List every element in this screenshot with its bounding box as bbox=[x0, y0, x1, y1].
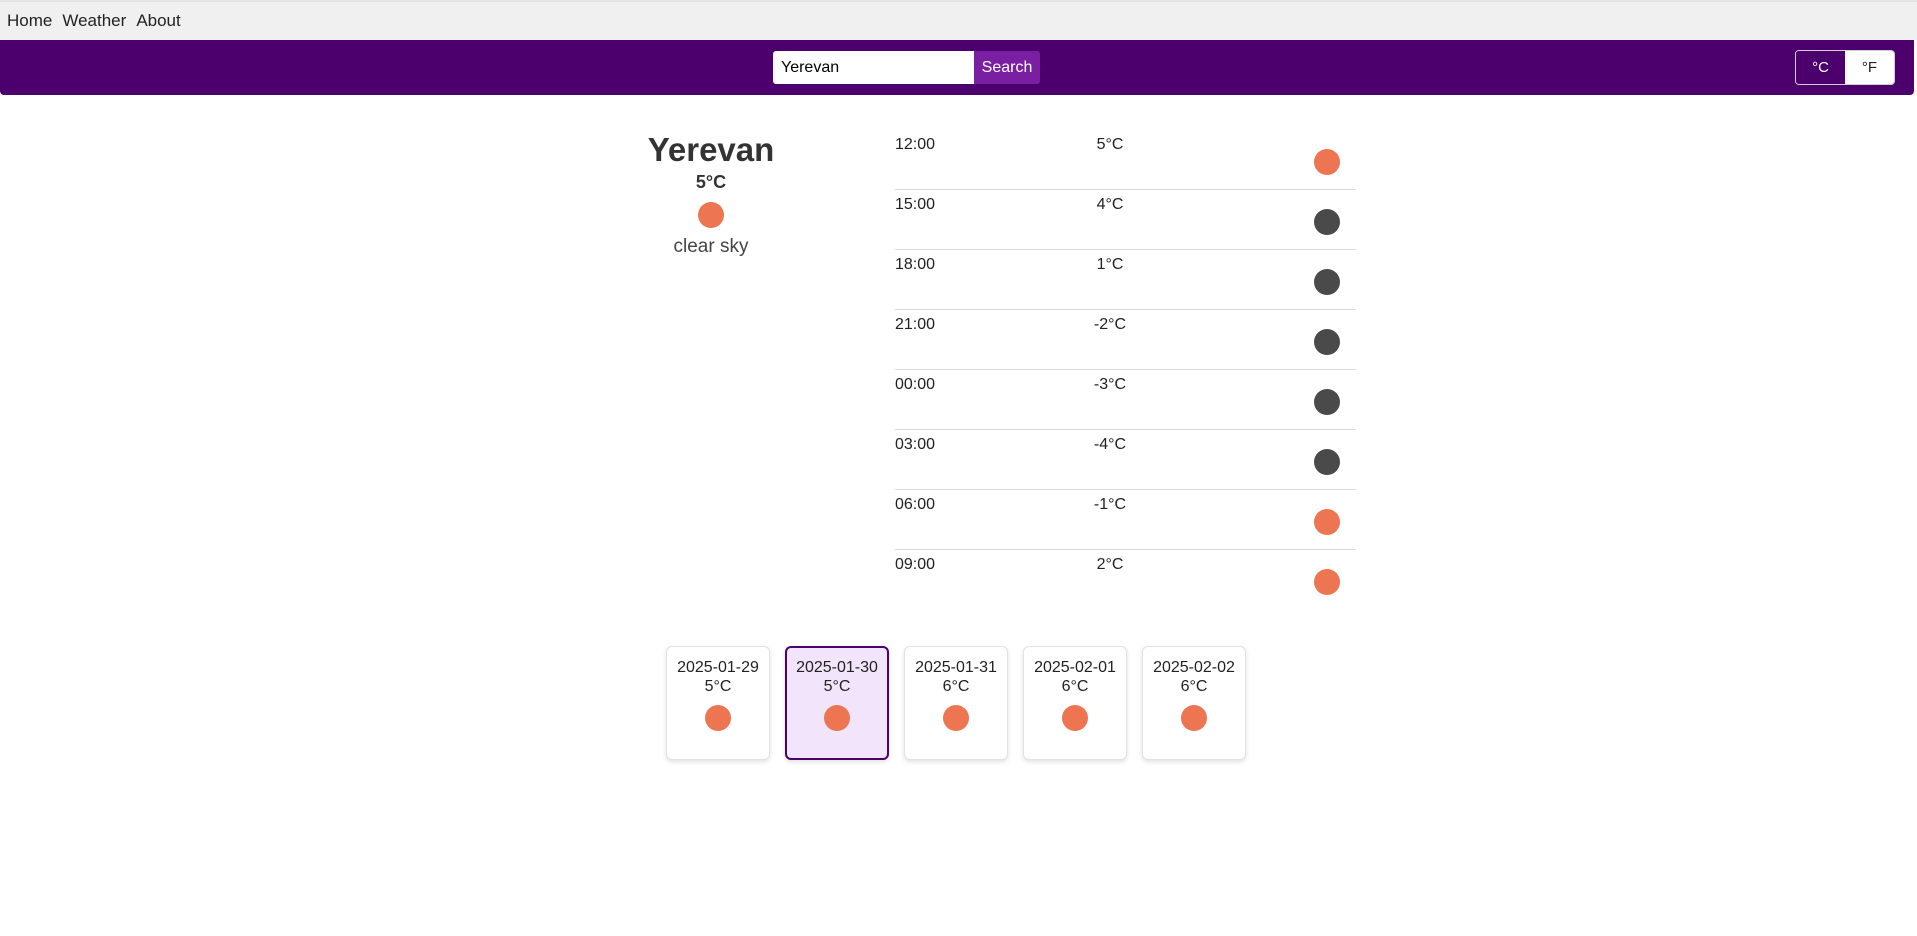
nav-about-link[interactable]: About bbox=[136, 11, 180, 31]
city-name: Yerevan bbox=[647, 131, 775, 168]
nav-weather-link[interactable]: Weather bbox=[62, 11, 126, 31]
day-card[interactable]: 2025-01-29 5°C bbox=[666, 646, 770, 760]
hourly-row: 03:00 -4°C bbox=[895, 430, 1356, 490]
moon-icon bbox=[1314, 449, 1340, 475]
sun-icon bbox=[705, 705, 731, 731]
search-bar: Search °C °F bbox=[0, 40, 1914, 95]
hourly-row: 09:00 2°C bbox=[895, 550, 1356, 610]
current-weather: Yerevan 5°C clear sky bbox=[610, 131, 812, 258]
day-card[interactable]: 2025-01-31 6°C bbox=[904, 646, 1008, 760]
day-temperature: 6°C bbox=[1180, 678, 1208, 695]
hourly-row: 18:00 1°C bbox=[895, 250, 1356, 310]
fahrenheit-button[interactable]: °F bbox=[1845, 51, 1894, 84]
hourly-temperature: -2°C bbox=[1093, 316, 1127, 333]
day-card[interactable]: 2025-02-01 6°C bbox=[1023, 646, 1127, 760]
sun-icon bbox=[1181, 705, 1207, 731]
hourly-temperature: -3°C bbox=[1093, 376, 1127, 393]
hourly-row: 21:00 -2°C bbox=[895, 310, 1356, 370]
hourly-temperature: 2°C bbox=[1096, 556, 1124, 573]
hourly-row: 15:00 4°C bbox=[895, 190, 1356, 250]
weather-description: clear sky bbox=[673, 236, 749, 258]
hourly-temperature: -4°C bbox=[1093, 436, 1127, 453]
day-date: 2025-02-01 bbox=[1034, 659, 1116, 676]
hourly-temperature: 1°C bbox=[1096, 256, 1124, 273]
hourly-temperature: 5°C bbox=[1096, 136, 1124, 153]
hourly-row: 06:00 -1°C bbox=[895, 490, 1356, 550]
day-card[interactable]: 2025-01-30 5°C bbox=[785, 646, 889, 760]
daily-forecast: 2025-01-29 5°C 2025-01-30 5°C 2025-01-31 6°C 2… bbox=[666, 646, 1261, 760]
moon-icon bbox=[1314, 329, 1340, 355]
search-button[interactable]: Search bbox=[974, 51, 1040, 84]
day-date: 2025-01-31 bbox=[915, 659, 997, 676]
day-temperature: 6°C bbox=[942, 678, 970, 695]
day-temperature: 5°C bbox=[823, 678, 851, 695]
hourly-row: 00:00 -3°C bbox=[895, 370, 1356, 430]
day-date: 2025-02-02 bbox=[1153, 659, 1235, 676]
day-date: 2025-01-30 bbox=[796, 659, 878, 676]
sun-icon bbox=[943, 705, 969, 731]
day-temperature: 6°C bbox=[1061, 678, 1089, 695]
hourly-forecast: 12:00 5°C 15:00 4°C 18:00 1°C 21:00 -2°C 00:00 -3… bbox=[895, 130, 1356, 610]
hourly-row: 12:00 5°C bbox=[895, 130, 1356, 190]
sun-icon bbox=[1314, 509, 1340, 535]
moon-icon bbox=[1314, 209, 1340, 235]
top-nav: Home Weather About bbox=[0, 0, 1917, 40]
sun-icon bbox=[698, 202, 724, 229]
celsius-button[interactable]: °C bbox=[1796, 51, 1845, 84]
moon-icon bbox=[1314, 389, 1340, 415]
sun-icon bbox=[824, 705, 850, 731]
day-card[interactable]: 2025-02-02 6°C bbox=[1142, 646, 1246, 760]
sun-icon bbox=[1314, 569, 1340, 595]
day-temperature: 5°C bbox=[704, 678, 732, 695]
hourly-temperature: -1°C bbox=[1093, 496, 1127, 513]
nav-home-link[interactable]: Home bbox=[7, 11, 52, 31]
moon-icon bbox=[1314, 269, 1340, 295]
sun-icon bbox=[1314, 149, 1340, 175]
current-temperature: 5°C bbox=[695, 172, 727, 193]
hourly-temperature: 4°C bbox=[1096, 196, 1124, 213]
unit-toggle: °C °F bbox=[1795, 50, 1895, 85]
day-date: 2025-01-29 bbox=[677, 659, 759, 676]
sun-icon bbox=[1062, 705, 1088, 731]
search-input[interactable] bbox=[773, 51, 974, 84]
